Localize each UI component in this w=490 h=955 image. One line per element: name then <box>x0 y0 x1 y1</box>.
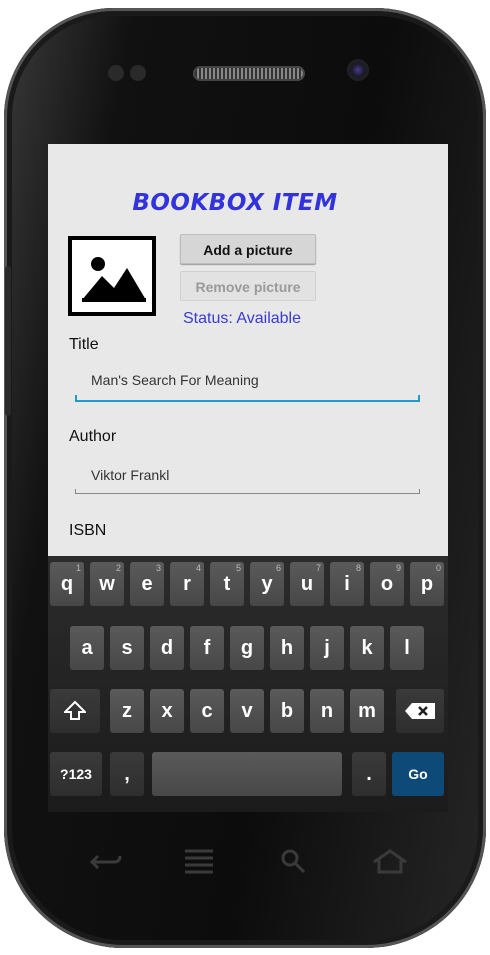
title-label: Title <box>69 336 99 353</box>
add-picture-button[interactable]: Add a picture <box>180 234 316 264</box>
author-label: Author <box>69 428 117 445</box>
key-label: w <box>99 572 115 595</box>
key-z[interactable]: z <box>110 689 144 733</box>
period-key[interactable]: . <box>352 752 386 796</box>
space-key[interactable] <box>152 752 342 796</box>
key-n[interactable]: n <box>310 689 344 733</box>
key-t[interactable]: 5t <box>210 562 244 606</box>
author-input[interactable]: Viktor Frankl <box>91 467 169 483</box>
go-key[interactable]: Go <box>392 752 444 796</box>
key-hint: 9 <box>395 563 401 573</box>
title-input-underline <box>75 395 420 402</box>
remove-picture-button[interactable]: Remove picture <box>180 271 316 301</box>
key-label: i <box>344 572 350 595</box>
earpiece-speaker <box>193 66 305 81</box>
key-j[interactable]: j <box>310 626 344 670</box>
backspace-key[interactable] <box>396 689 444 733</box>
key-label: t <box>223 572 231 595</box>
key-w[interactable]: 2w <box>90 562 124 606</box>
key-label: o <box>380 572 394 595</box>
key-label: e <box>141 572 153 595</box>
key-s[interactable]: s <box>110 626 144 670</box>
comma-key[interactable]: , <box>110 752 144 796</box>
key-hint: 5 <box>235 563 241 573</box>
key-hint: 4 <box>195 563 201 573</box>
key-label: p <box>420 572 434 595</box>
key-c[interactable]: c <box>190 689 224 733</box>
menu-icon[interactable] <box>184 848 214 883</box>
key-a[interactable]: a <box>70 626 104 670</box>
key-label: y <box>261 572 273 595</box>
key-m[interactable]: m <box>350 689 384 733</box>
key-e[interactable]: 3e <box>130 562 164 606</box>
soft-keyboard: 1q2w3e4r5t6y7u8i9o0p asdfghjkl zxcvbnm ?… <box>48 556 448 812</box>
shift-key[interactable] <box>50 689 100 733</box>
key-label: r <box>183 572 191 595</box>
key-p[interactable]: 0p <box>410 562 444 606</box>
key-y[interactable]: 6y <box>250 562 284 606</box>
key-hint: 1 <box>75 563 81 573</box>
image-icon <box>82 257 146 302</box>
key-r[interactable]: 4r <box>170 562 204 606</box>
picture-placeholder[interactable] <box>68 236 156 316</box>
back-icon[interactable] <box>89 850 122 881</box>
app-title: BOOKBOX ITEM <box>132 190 338 216</box>
key-hint: 0 <box>435 563 441 573</box>
title-input[interactable]: Man's Search For Meaning <box>91 372 259 388</box>
key-g[interactable]: g <box>230 626 264 670</box>
key-u[interactable]: 7u <box>290 562 324 606</box>
search-icon[interactable] <box>280 848 306 881</box>
key-o[interactable]: 9o <box>370 562 404 606</box>
front-camera <box>347 59 369 81</box>
symbols-key[interactable]: ?123 <box>50 752 102 796</box>
key-label: q <box>60 572 74 595</box>
proximity-sensor <box>108 65 124 81</box>
author-input-underline <box>75 489 420 494</box>
key-x[interactable]: x <box>150 689 184 733</box>
key-k[interactable]: k <box>350 626 384 670</box>
status-text: Status: Available <box>183 310 302 327</box>
key-hint: 2 <box>115 563 121 573</box>
key-i[interactable]: 8i <box>330 562 364 606</box>
light-sensor <box>130 65 146 81</box>
key-d[interactable]: d <box>150 626 184 670</box>
key-l[interactable]: l <box>390 626 424 670</box>
key-label: u <box>300 572 314 595</box>
key-b[interactable]: b <box>270 689 304 733</box>
shift-arrow-icon <box>64 700 86 720</box>
key-f[interactable]: f <box>190 626 224 670</box>
nav-bar <box>48 842 448 892</box>
key-q[interactable]: 1q <box>50 562 84 606</box>
key-h[interactable]: h <box>270 626 304 670</box>
key-hint: 3 <box>155 563 161 573</box>
app-screen: BOOKBOX ITEM Add a picture Remove pictur… <box>48 144 448 812</box>
key-v[interactable]: v <box>230 689 264 733</box>
home-icon[interactable] <box>372 848 408 881</box>
backspace-icon <box>405 703 435 719</box>
key-hint: 6 <box>275 563 281 573</box>
key-hint: 8 <box>355 563 361 573</box>
volume-button <box>5 266 11 416</box>
isbn-label: ISBN <box>69 522 107 539</box>
key-hint: 7 <box>315 563 321 573</box>
